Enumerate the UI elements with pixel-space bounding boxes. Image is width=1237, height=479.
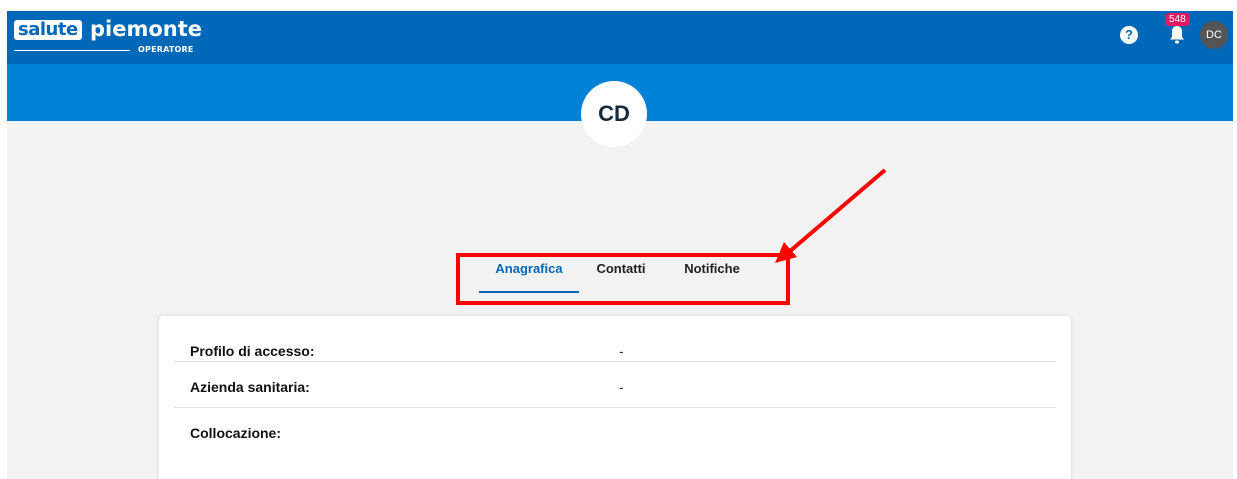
tab-anagrafica[interactable]: Anagrafica [479, 251, 579, 293]
user-avatar[interactable]: DC [1200, 21, 1228, 49]
bell-icon[interactable] [1169, 25, 1185, 45]
tab-contatti[interactable]: Contatti [583, 251, 659, 291]
top-navigation-bar: salute piemonte OPERATORE ? 548 DC [7, 11, 1233, 64]
salute-piemonte-logo[interactable]: salute piemonte OPERATORE [14, 17, 244, 58]
detail-label: Azienda sanitaria: [190, 379, 310, 395]
notification-badge[interactable]: 548 [1165, 13, 1190, 26]
app-frame: salute piemonte OPERATORE ? 548 DC CD An… [7, 11, 1233, 479]
help-icon[interactable]: ? [1120, 26, 1138, 44]
details-card: Profilo di accesso: - Azienda sanitaria:… [159, 316, 1071, 479]
detail-row-azienda: Azienda sanitaria: - [174, 362, 1056, 408]
detail-label: Collocazione: [190, 425, 282, 441]
logo-divider-line [14, 50, 130, 51]
detail-row-profilo: Profilo di accesso: - [174, 316, 1056, 362]
tab-notifiche[interactable]: Notifiche [667, 251, 757, 291]
logo-piemonte-text: piemonte [90, 17, 203, 41]
logo-salute-text: salute [14, 20, 82, 40]
logo-subtitle: OPERATORE [138, 45, 194, 54]
detail-row-collocazione: Collocazione: [174, 408, 1056, 453]
profile-avatar: CD [581, 81, 647, 147]
detail-value: - [619, 379, 624, 395]
arrow-annotation [775, 168, 887, 263]
